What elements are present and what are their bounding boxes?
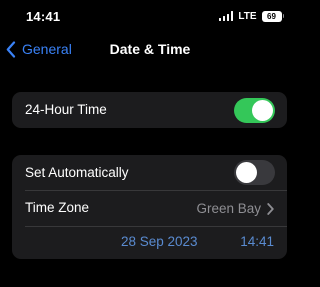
navigation-bar: General Date & Time: [0, 36, 300, 62]
time-zone-value-button[interactable]: Green Bay: [196, 191, 274, 226]
label-time-zone: Time Zone: [25, 200, 90, 215]
status-indicators: LTE 69: [218, 9, 284, 23]
row-set-automatically: Set Automatically: [12, 155, 287, 190]
battery-level: 69: [261, 10, 282, 22]
status-bar: 14:41 LTE 69: [0, 0, 300, 36]
page-title: Date & Time: [109, 41, 191, 57]
toggle-24-hour-time[interactable]: [234, 98, 275, 123]
settings-group-hour-format: 24-Hour Time: [12, 92, 287, 128]
status-time: 14:41: [26, 9, 61, 24]
label-24-hour-time: 24-Hour Time: [25, 102, 107, 117]
toggle-knob: [252, 100, 273, 121]
network-label: LTE: [238, 10, 257, 22]
row-24-hour-time: 24-Hour Time: [12, 92, 287, 128]
time-zone-value: Green Bay: [196, 201, 261, 216]
signal-icon: [218, 11, 234, 21]
toggle-knob: [236, 162, 257, 183]
time-button[interactable]: 14:41: [240, 234, 274, 249]
chevron-right-icon: [267, 202, 274, 215]
row-date-time: 28 Sep 2023 14:41: [12, 227, 287, 259]
battery-icon: 69: [261, 10, 284, 22]
toggle-set-automatically[interactable]: [234, 160, 275, 185]
row-time-zone[interactable]: Time Zone Green Bay: [12, 191, 287, 226]
date-button[interactable]: 28 Sep 2023: [121, 234, 198, 249]
settings-group-date-time: Set Automatically Time Zone Green Bay 28…: [12, 155, 287, 259]
label-set-automatically: Set Automatically: [25, 165, 129, 180]
